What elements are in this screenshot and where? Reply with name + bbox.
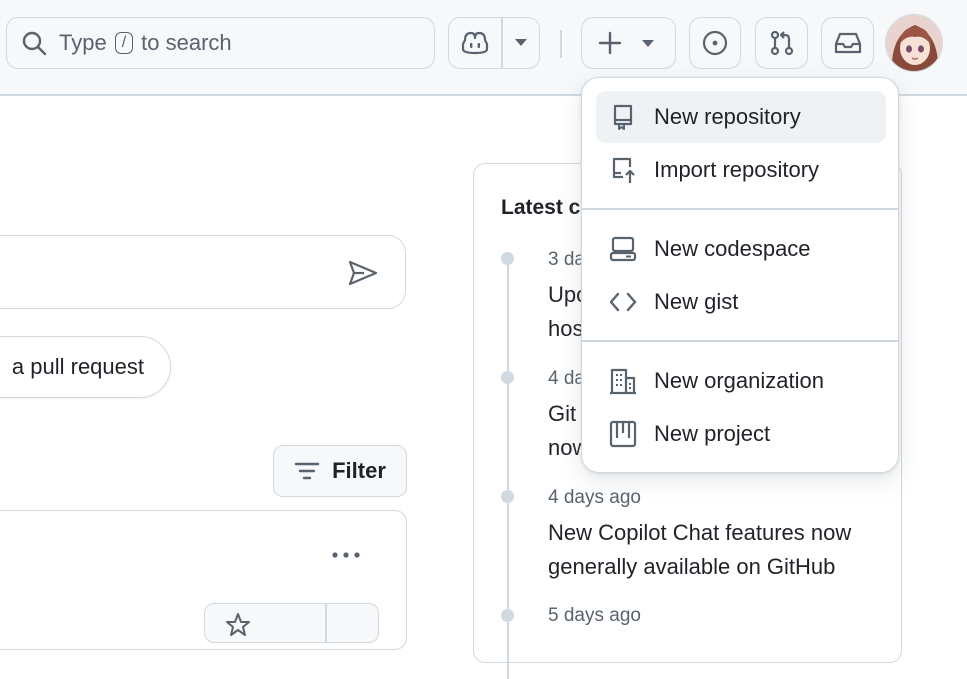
filter-button[interactable]: Filter <box>273 445 407 497</box>
triangle-down-icon <box>515 39 527 47</box>
menu-item-label: Import repository <box>654 157 820 182</box>
entry-title-line[interactable]: New Copilot Chat features now <box>548 516 888 550</box>
menu-divider <box>582 340 898 342</box>
search-placeholder-prefix: Type <box>59 30 107 55</box>
issues-button[interactable] <box>689 17 741 69</box>
timeline-dot <box>501 371 514 384</box>
menu-item-new-codespace[interactable]: New codespace <box>596 223 886 275</box>
timeline-dot <box>501 252 514 265</box>
changelog-title: Latest c <box>501 196 581 219</box>
create-new-button[interactable] <box>581 17 676 69</box>
copilot-split-button <box>448 17 540 69</box>
code-icon <box>608 287 638 317</box>
star-icon <box>225 612 251 638</box>
search-shortcut-key: / <box>114 32 134 54</box>
copilot-prompt-input[interactable] <box>0 235 406 309</box>
menu-item-import-repository[interactable]: Import repository <box>596 144 886 196</box>
create-new-menu: New repository Import repository New cod… <box>581 77 899 473</box>
issue-opened-icon <box>701 29 729 57</box>
copilot-button[interactable] <box>449 18 501 68</box>
user-avatar[interactable] <box>885 14 943 72</box>
star-button[interactable] <box>204 603 379 643</box>
suggestion-pill[interactable]: a pull request <box>0 336 171 398</box>
menu-item-new-organization[interactable]: New organization <box>596 355 886 407</box>
entry-date: 5 days ago <box>548 605 641 626</box>
timeline-dot <box>501 609 514 622</box>
inbox-icon <box>833 30 863 56</box>
menu-item-new-repository[interactable]: New repository <box>596 91 886 143</box>
timeline-dot <box>501 490 514 503</box>
filter-icon <box>294 460 320 482</box>
search-placeholder-suffix: to search <box>141 30 232 55</box>
plus-icon <box>598 31 622 55</box>
menu-divider <box>582 208 898 210</box>
filter-label: Filter <box>332 458 386 483</box>
menu-item-label: New codespace <box>654 236 811 261</box>
search-icon <box>21 30 47 56</box>
suggestion-pill-label: a pull request <box>11 354 144 379</box>
kebab-horizontal-icon[interactable] <box>331 551 361 559</box>
organization-icon <box>608 366 638 396</box>
menu-item-label: New project <box>654 421 771 446</box>
menu-item-new-project[interactable]: New project <box>596 408 886 460</box>
changelog-entry[interactable]: 5 days ago <box>548 604 888 628</box>
changelog-entry[interactable]: 4 days ago New Copilot Chat features now… <box>548 486 888 584</box>
inbox-button[interactable] <box>821 17 874 69</box>
copilot-dropdown-button[interactable] <box>502 18 540 68</box>
search-input[interactable]: Type / to search <box>6 17 435 69</box>
triangle-down-icon <box>642 40 654 48</box>
menu-item-label: New gist <box>654 289 739 314</box>
project-icon <box>608 419 638 449</box>
menu-item-label: New repository <box>654 104 801 129</box>
copilot-icon <box>461 30 489 56</box>
menu-item-new-gist[interactable]: New gist <box>596 276 886 328</box>
pull-requests-button[interactable] <box>755 17 808 69</box>
git-pull-request-icon <box>768 29 796 57</box>
codespaces-icon <box>608 234 638 264</box>
repo-push-icon <box>608 155 638 185</box>
entry-date: 4 days ago <box>548 487 641 508</box>
send-icon[interactable] <box>348 260 378 286</box>
repo-icon <box>608 102 638 132</box>
menu-item-label: New organization <box>654 368 824 393</box>
header-divider <box>560 30 562 58</box>
entry-title-line[interactable]: generally available on GitHub <box>548 550 888 584</box>
